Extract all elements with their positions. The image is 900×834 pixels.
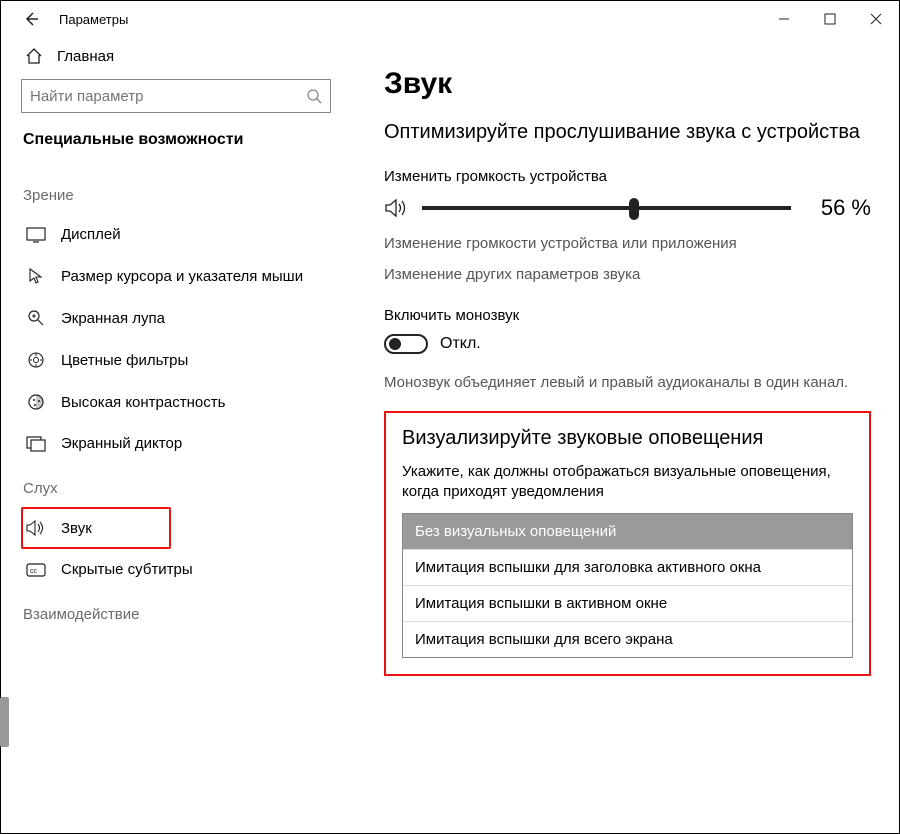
maximize-icon — [824, 13, 836, 25]
sidebar-item-contrast[interactable]: Высокая контрастность — [21, 381, 356, 423]
home-nav[interactable]: Главная — [21, 37, 356, 79]
search-icon — [306, 88, 322, 104]
link-app-volume[interactable]: Изменение громкости устройства или прило… — [384, 235, 871, 252]
sidebar-item-label: Цветные фильтры — [61, 352, 188, 369]
search-input-container[interactable] — [21, 79, 331, 113]
close-icon — [870, 13, 882, 25]
minimize-button[interactable] — [761, 1, 807, 37]
mono-toggle-state: Откл. — [440, 335, 481, 353]
scrollbar-thumb[interactable] — [0, 697, 9, 747]
section-title: Специальные возможности — [21, 131, 356, 149]
search-input[interactable] — [30, 88, 306, 105]
sidebar-item-sound[interactable]: Звук — [21, 507, 171, 549]
home-label: Главная — [57, 48, 114, 65]
dropdown-option[interactable]: Имитация вспышки для всего экрана — [403, 621, 852, 657]
window-title: Параметры — [59, 12, 761, 27]
home-icon — [25, 47, 43, 65]
speaker-icon — [384, 197, 408, 219]
visual-heading: Визуализируйте звуковые оповещения — [402, 427, 853, 450]
sound-icon — [25, 519, 47, 537]
sidebar-item-label: Звук — [61, 520, 92, 537]
sidebar-item-label: Экранный диктор — [61, 435, 182, 452]
narrator-icon — [25, 436, 47, 452]
sidebar-item-label: Размер курсора и указателя мыши — [61, 268, 303, 285]
sidebar-item-colorfilter[interactable]: Цветные фильтры — [21, 339, 356, 381]
group-label-hearing: Слух — [23, 480, 356, 497]
link-other-sound[interactable]: Изменение других параметров звука — [384, 266, 871, 283]
mono-description: Монозвук объединяет левый и правый аудио… — [384, 372, 871, 393]
group-label-interaction: Взаимодействие — [23, 606, 356, 623]
dropdown-option[interactable]: Имитация вспышки в активном окне — [403, 585, 852, 621]
sidebar-item-display[interactable]: Дисплей — [21, 214, 356, 255]
dropdown-option[interactable]: Без визуальных оповещений — [403, 514, 852, 549]
sidebar-item-narrator[interactable]: Экранный диктор — [21, 423, 356, 464]
volume-label: Изменить громкость устройства — [384, 168, 871, 185]
visual-description: Укажите, как должны отображаться визуаль… — [402, 462, 853, 503]
maximize-button[interactable] — [807, 1, 853, 37]
sidebar-item-label: Экранная лупа — [61, 310, 165, 327]
mono-toggle-row: Откл. — [384, 334, 871, 354]
sidebar-item-captions[interactable]: cc Скрытые субтитры — [21, 549, 356, 590]
svg-text:cc: cc — [30, 568, 38, 575]
sidebar-item-cursor[interactable]: Размер курсора и указателя мыши — [21, 255, 356, 297]
minimize-icon — [778, 13, 790, 25]
volume-value: 56 % — [821, 195, 871, 221]
volume-row: 56 % — [384, 195, 871, 221]
group-label-vision: Зрение — [23, 187, 356, 204]
sidebar-item-magnifier[interactable]: Экранная лупа — [21, 297, 356, 339]
contrast-icon — [25, 393, 47, 411]
mono-label: Включить монозвук — [384, 307, 871, 324]
visual-alerts-dropdown[interactable]: Без визуальных оповещений Имитация вспыш… — [402, 513, 853, 658]
dropdown-option[interactable]: Имитация вспышки для заголовка активного… — [403, 549, 852, 585]
colorfilter-icon — [25, 351, 47, 369]
main-panel: Звук Оптимизируйте прослушивание звука с… — [356, 37, 899, 833]
sidebar-item-label: Дисплей — [61, 226, 121, 243]
cc-icon: cc — [25, 563, 47, 577]
close-button[interactable] — [853, 1, 899, 37]
sidebar-item-label: Скрытые субтитры — [61, 561, 193, 578]
visual-alerts-section: Визуализируйте звуковые оповещения Укажи… — [384, 411, 871, 676]
display-icon — [25, 227, 47, 243]
sidebar: Главная Специальные возможности Зрение Д… — [1, 37, 356, 833]
cursor-icon — [25, 267, 47, 285]
page-lead: Оптимизируйте прослушивание звука с устр… — [384, 119, 871, 146]
volume-slider-thumb[interactable] — [629, 198, 639, 220]
mono-toggle[interactable] — [384, 334, 428, 354]
back-button[interactable] — [11, 1, 51, 37]
sidebar-item-label: Высокая контрастность — [61, 394, 225, 411]
page-heading: Звук — [384, 67, 871, 101]
arrow-left-icon — [23, 11, 39, 27]
window-controls — [761, 1, 899, 37]
titlebar: Параметры — [1, 1, 899, 37]
magnifier-icon — [25, 309, 47, 327]
volume-slider[interactable] — [422, 206, 791, 210]
